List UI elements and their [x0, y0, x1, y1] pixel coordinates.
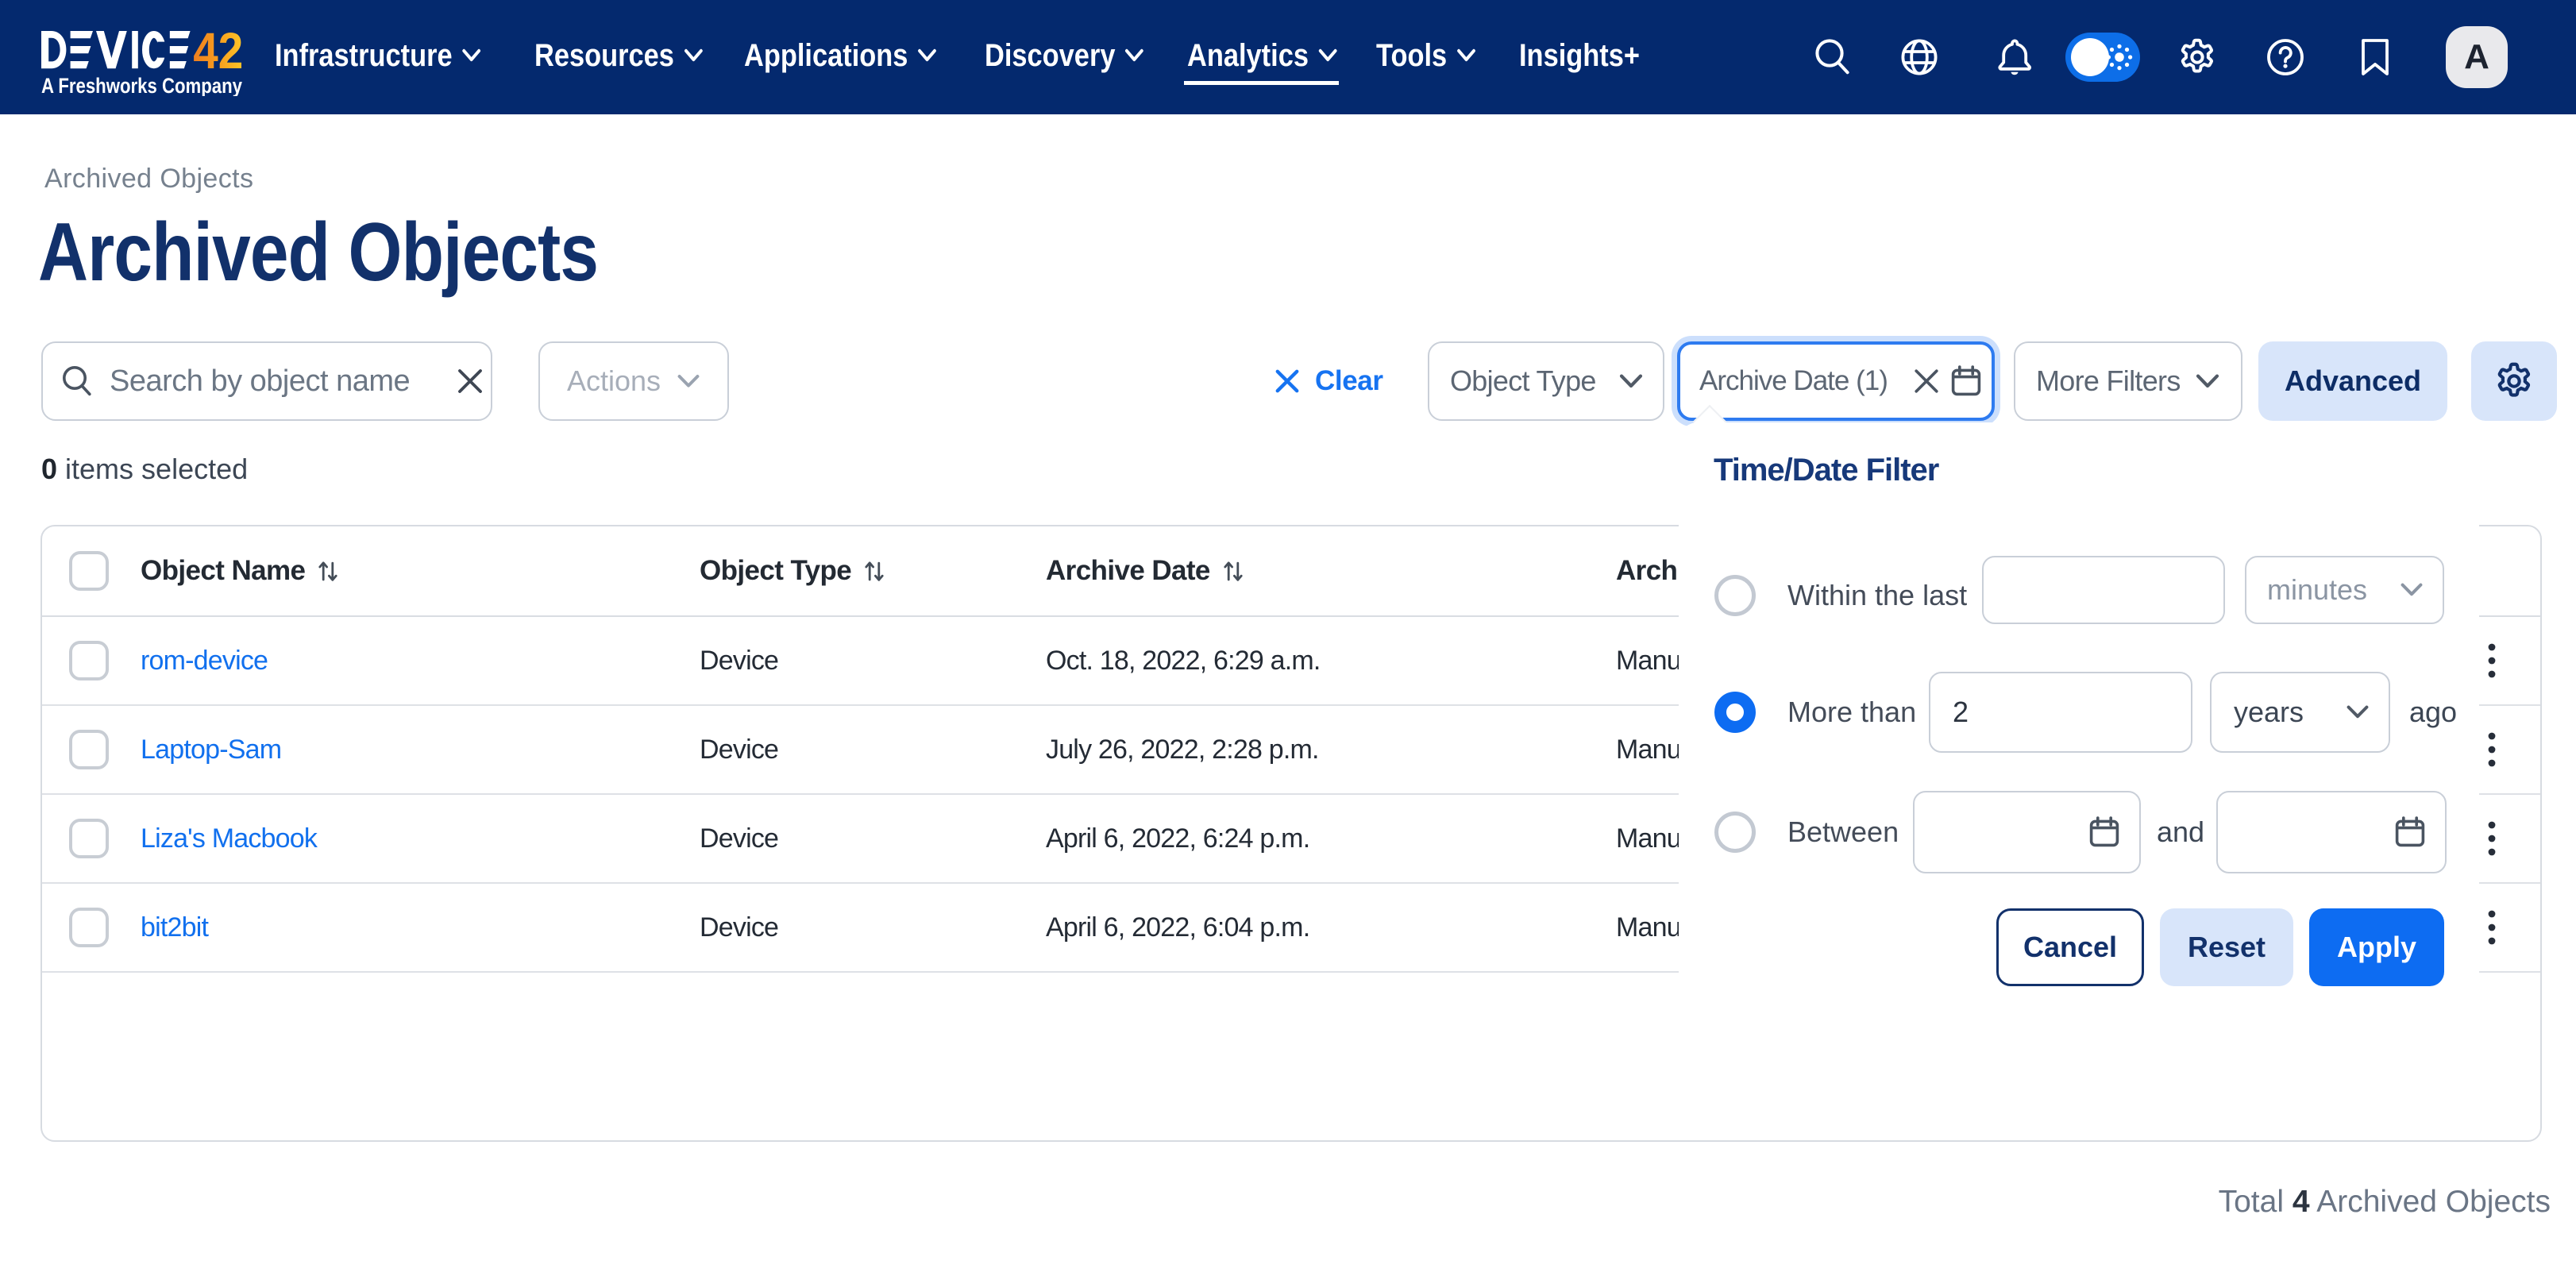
svg-text:A Freshworks Company: A Freshworks Company [41, 74, 242, 96]
svg-text:42: 42 [193, 31, 243, 79]
